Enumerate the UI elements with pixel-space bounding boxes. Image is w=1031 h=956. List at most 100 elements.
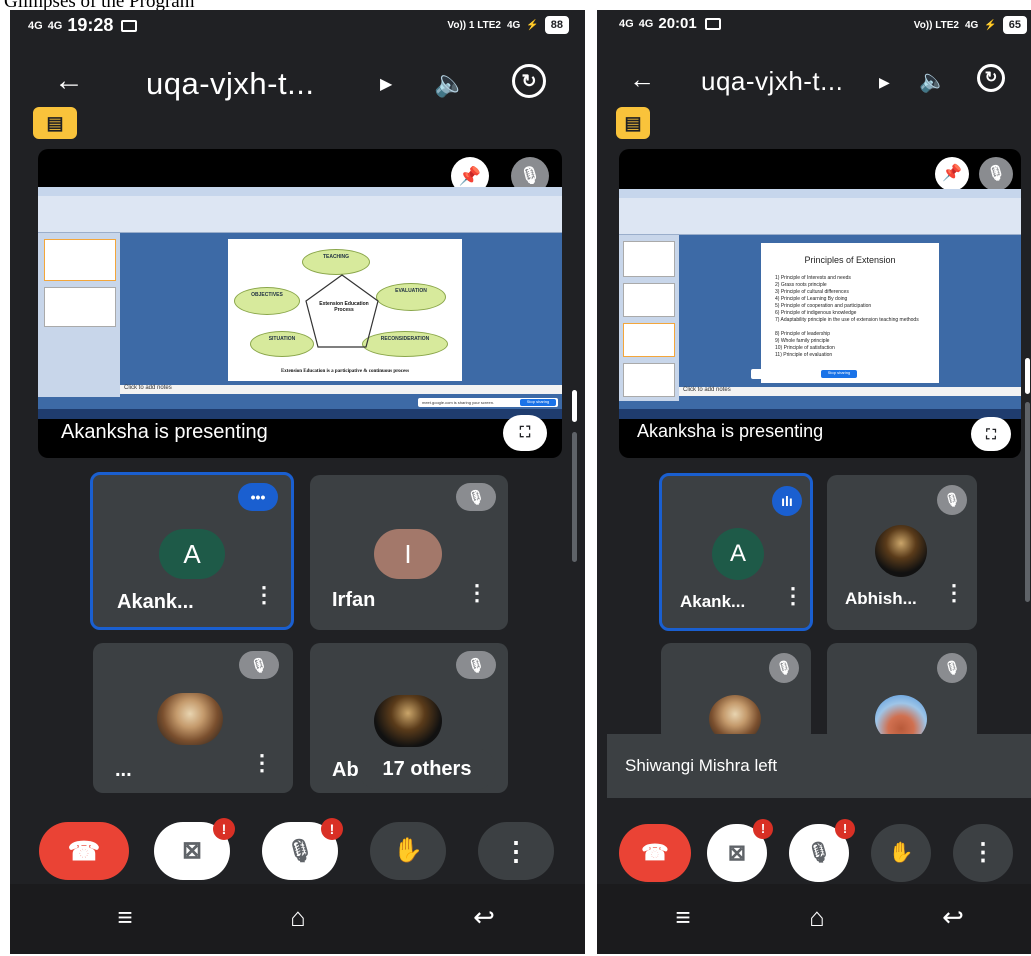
windows-taskbar bbox=[619, 409, 1021, 419]
network-indicator: 4G bbox=[619, 17, 634, 30]
participant-name: Akank... bbox=[117, 591, 194, 613]
participant-tile-akanksha[interactable]: ••• A Akank... ⋮ bbox=[90, 472, 294, 630]
speaker-icon[interactable]: 🔈 bbox=[434, 68, 466, 99]
slide-title: Principles of Extension bbox=[804, 255, 896, 265]
expand-arrow-icon[interactable]: ▶ bbox=[380, 74, 392, 94]
slide-footer: Extension Education is a participative &… bbox=[280, 369, 410, 374]
meeting-top-bar: ← uqa-vjxh-t... ▶ 🔈 ↻ bbox=[597, 54, 1031, 114]
participant-tile[interactable]: 🎙 bbox=[827, 643, 977, 743]
scrollbar-track[interactable] bbox=[572, 432, 577, 562]
windows-taskbar bbox=[38, 409, 562, 419]
phone-screenshot-1: 4G 4G 19:28 Vo)) 1 LTE2 4G ⚡ 88 ← uqa-vj… bbox=[10, 10, 585, 954]
avatar: A bbox=[159, 529, 225, 579]
participant-left-toast: Shiwangi Mishra left bbox=[607, 734, 1031, 798]
captions-off-icon[interactable]: ▤ bbox=[616, 107, 650, 139]
meeting-title[interactable]: uqa-vjxh-t... bbox=[146, 66, 314, 102]
warning-badge-icon: ! bbox=[321, 818, 343, 840]
slide-bullet: 2) Grass roots principle bbox=[775, 282, 827, 288]
android-nav-bar: ≡ ⌂ ↩ bbox=[10, 884, 585, 954]
more-options-icon[interactable]: ⋮ bbox=[251, 752, 273, 774]
menu-icon[interactable]: ≡ bbox=[663, 902, 703, 933]
more-options-button[interactable]: ⋮ bbox=[953, 824, 1013, 882]
ribbon-toolbar bbox=[619, 189, 1021, 235]
slide-bullet: 6) Principle of indigenous knowledge bbox=[775, 310, 857, 316]
network-indicator: 4G bbox=[28, 19, 43, 32]
presenting-label: Akanksha is presenting bbox=[61, 421, 268, 443]
others-count-button[interactable]: 17 others bbox=[358, 748, 496, 790]
more-options-icon[interactable]: ⋮ bbox=[943, 582, 965, 604]
network-indicator: 4G bbox=[638, 17, 654, 30]
share-notice: Stop sharing bbox=[751, 369, 861, 379]
back-icon[interactable]: ↩ bbox=[464, 902, 504, 933]
meeting-top-bar: ← uqa-vjxh-t... ▶ 🔈 ↻ bbox=[10, 54, 585, 114]
slide-center-label: Extension Education Process bbox=[319, 301, 369, 313]
end-call-button[interactable]: ☎ bbox=[619, 824, 691, 882]
mic-off-icon: 🎙 bbox=[937, 485, 967, 515]
warning-badge-icon: ! bbox=[835, 819, 855, 839]
participant-tile-irfan[interactable]: 🎙 I Irfan ⋮ bbox=[310, 475, 508, 630]
menu-icon[interactable]: ≡ bbox=[105, 902, 145, 933]
participant-tile-akanksha[interactable]: ılı A Akank... ⋮ bbox=[659, 473, 813, 631]
participant-tile-abhishek[interactable]: 🎙 Abhish... ⋮ bbox=[827, 475, 977, 630]
switch-camera-icon[interactable]: ↻ bbox=[977, 64, 1005, 92]
switch-camera-icon[interactable]: ↻ bbox=[512, 64, 546, 98]
home-icon[interactable]: ⌂ bbox=[278, 902, 318, 933]
mic-off-icon: 🎙 bbox=[979, 157, 1013, 191]
fullscreen-icon[interactable]: ⛶ bbox=[503, 415, 547, 451]
participant-tile[interactable]: 🎙 bbox=[661, 643, 811, 743]
mic-off-icon: 🎙 bbox=[456, 651, 496, 679]
notes-bar: Click to add notes bbox=[679, 387, 1021, 396]
participant-name: Ab bbox=[332, 759, 359, 781]
network-indicator: 4G bbox=[964, 19, 979, 31]
android-nav-bar: ≡ ⌂ ↩ bbox=[597, 884, 1031, 954]
slide-bullet: 11) Principle of evaluation bbox=[775, 352, 833, 358]
charging-icon: ⚡ bbox=[526, 19, 539, 31]
clock: 19:28 bbox=[67, 15, 114, 35]
avatar: A bbox=[712, 528, 764, 580]
back-arrow-icon[interactable]: ← bbox=[54, 64, 84, 98]
notes-bar: Click to add notes bbox=[120, 385, 562, 394]
more-options-icon[interactable]: ⋮ bbox=[253, 584, 275, 606]
slide-bullet: 8) Principle of leadership bbox=[775, 331, 831, 337]
mic-off-icon: 🎙 bbox=[239, 651, 279, 679]
more-options-button[interactable]: ⋮ bbox=[478, 822, 554, 880]
presentation-tile[interactable]: 📌 🎙 Principles of Extension 1) Principle… bbox=[619, 149, 1021, 458]
slide-bullet: 3) Principle of cultural differences bbox=[775, 289, 849, 295]
slide: Principles of Extension 1) Principle of … bbox=[761, 243, 939, 383]
mail-icon bbox=[121, 19, 138, 32]
home-icon[interactable]: ⌂ bbox=[797, 902, 837, 933]
meeting-title[interactable]: uqa-vjxh-t... bbox=[701, 66, 843, 97]
expand-arrow-icon[interactable]: ▶ bbox=[879, 74, 890, 91]
phone-screenshot-2: 4G 4G 20:01 Vo)) LTE2 4G ⚡ 65 ← uqa-vjxh… bbox=[597, 10, 1031, 954]
back-arrow-icon[interactable]: ← bbox=[629, 64, 655, 95]
status-bar: 4G 4G 19:28 Vo)) 1 LTE2 4G ⚡ 88 bbox=[10, 10, 585, 44]
mic-off-icon: 🎙 bbox=[769, 653, 799, 683]
speaking-indicator-icon: ılı bbox=[772, 486, 802, 516]
speaker-icon[interactable]: 🔈 bbox=[919, 68, 946, 94]
presentation-tile[interactable]: 📌 🎙 TEACHING OBJECTIVES EVALUATION SITUA… bbox=[38, 149, 562, 458]
captions-off-icon[interactable]: ▤ bbox=[33, 107, 77, 139]
fullscreen-icon[interactable]: ⛶ bbox=[971, 417, 1011, 451]
participant-name: Akank... bbox=[680, 592, 746, 611]
more-options-icon[interactable]: ⋮ bbox=[466, 582, 488, 604]
network-indicator: 4G bbox=[47, 19, 63, 32]
slide-bullet: 4) Principle of Learning By doing bbox=[775, 296, 848, 302]
stop-sharing-button[interactable]: Stop sharing bbox=[821, 370, 857, 378]
more-options-icon[interactable]: ⋮ bbox=[782, 585, 804, 607]
shared-screen: Principles of Extension 1) Principle of … bbox=[619, 189, 1021, 419]
back-icon[interactable]: ↩ bbox=[933, 902, 973, 933]
participant-tile[interactable]: 🎙 ... ⋮ bbox=[93, 643, 293, 793]
slide: TEACHING OBJECTIVES EVALUATION SITUATION… bbox=[228, 239, 462, 381]
scrollbar-thumb[interactable] bbox=[1025, 358, 1030, 394]
network-indicator: 4G bbox=[506, 19, 521, 31]
scrollbar-thumb[interactable] bbox=[572, 390, 577, 422]
ribbon-toolbar bbox=[38, 187, 562, 233]
stop-sharing-button[interactable]: Stop sharing bbox=[520, 399, 556, 406]
pin-icon[interactable]: 📌 bbox=[935, 157, 969, 191]
scrollbar-track[interactable] bbox=[1025, 402, 1030, 602]
raise-hand-button[interactable]: ✋ bbox=[871, 824, 931, 882]
mic-off-icon: 🎙 bbox=[937, 653, 967, 683]
raise-hand-button[interactable]: ✋ bbox=[370, 822, 446, 880]
volte-indicator: Vo)) LTE2 bbox=[913, 19, 959, 31]
end-call-button[interactable]: ☎ bbox=[39, 822, 129, 880]
